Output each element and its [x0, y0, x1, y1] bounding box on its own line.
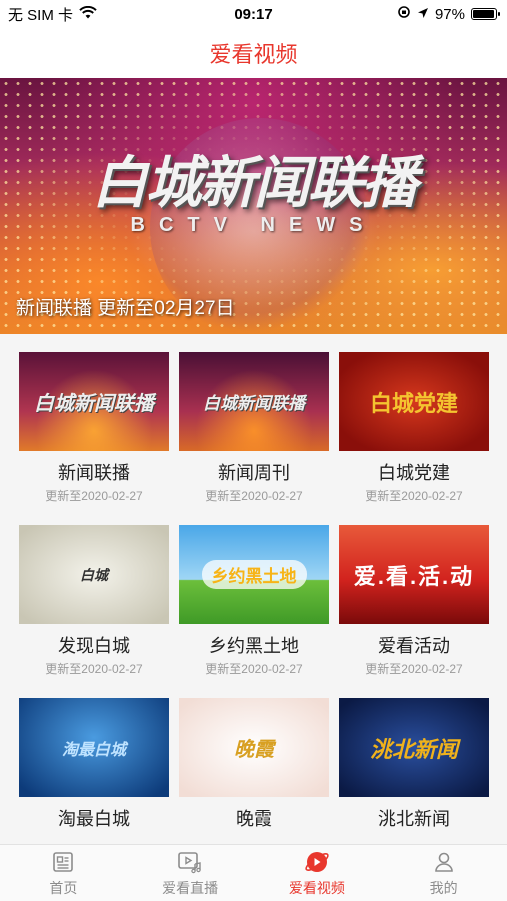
thumbnail-text: 白城	[80, 566, 108, 583]
program-title: 发现白城	[58, 636, 130, 656]
program-thumbnail: 淘最白城	[19, 698, 169, 797]
program-card-land[interactable]: 乡约黑土地 乡约黑土地 更新至2020-02-27	[179, 525, 329, 677]
banner-image-title: 白城新闻联播	[91, 151, 418, 214]
thumbnail-text: 淘最白城	[61, 741, 126, 759]
bottom-tab-bar: 首页 爱看直播 爱看视频 我的	[0, 844, 507, 901]
program-card-discover[interactable]: 白城 发现白城 更新至2020-02-27	[19, 525, 169, 677]
thumbnail-text: 白城新闻联播	[34, 393, 154, 415]
program-thumbnail: 白城党建	[339, 352, 489, 451]
program-thumbnail: 白城新闻联播	[179, 352, 329, 451]
nav-bar: 爱看视频	[0, 28, 507, 78]
banner-image-subtitle: BCTV NEWS	[130, 214, 377, 236]
program-title: 白城党建	[378, 463, 450, 483]
status-bar: 无 SIM 卡 09:17 97%	[0, 0, 507, 28]
program-update-date: 更新至2020-02-27	[365, 662, 463, 676]
program-thumbnail: 洮北新闻	[339, 698, 489, 797]
tab-home-label: 首页	[49, 879, 78, 896]
live-icon	[177, 849, 203, 875]
page-title: 爱看视频	[209, 42, 298, 67]
program-card-event[interactable]: 爱.看.活.动 爱看活动 更新至2020-02-27	[339, 525, 489, 677]
program-thumbnail: 爱.看.活.动	[339, 525, 489, 624]
program-title: 洮北新闻	[378, 809, 450, 829]
wifi-icon	[79, 5, 97, 23]
program-card-taozui[interactable]: 淘最白城 淘最白城	[19, 698, 169, 829]
thumbnail-text: 爱.看.活.动	[353, 563, 475, 589]
program-card-taobei[interactable]: 洮北新闻 洮北新闻	[339, 698, 489, 829]
program-update-date: 更新至2020-02-27	[205, 662, 303, 676]
program-title: 爱看活动	[378, 636, 450, 656]
tab-video[interactable]: 爱看视频	[254, 845, 381, 901]
video-icon	[304, 849, 330, 875]
thumbnail-text: 洮北新闻	[369, 736, 458, 762]
program-update-date: 更新至2020-02-27	[45, 489, 143, 503]
program-thumbnail: 白城新闻联播	[19, 352, 169, 451]
program-card-party[interactable]: 白城党建 白城党建 更新至2020-02-27	[339, 352, 489, 504]
thumbnail-text: 晚霞	[234, 739, 274, 761]
tab-video-label: 爱看视频	[288, 879, 345, 896]
program-thumbnail: 晚霞	[179, 698, 329, 797]
program-grid: 白城新闻联播 新闻联播 更新至2020-02-27 白城新闻联播 新闻周刊 更新…	[0, 334, 507, 844]
location-icon	[417, 6, 429, 23]
carrier-label: 无 SIM 卡	[8, 6, 74, 24]
orientation-lock-icon	[397, 5, 411, 23]
program-title: 乡约黑土地	[209, 636, 299, 656]
program-title: 新闻周刊	[218, 463, 290, 483]
thumbnail-text: 乡约黑土地	[201, 560, 307, 589]
battery-percent: 97%	[434, 5, 465, 23]
program-card-news[interactable]: 白城新闻联播 新闻联播 更新至2020-02-27	[19, 352, 169, 504]
tab-live[interactable]: 爱看直播	[127, 845, 254, 901]
featured-banner[interactable]: 白城新闻联播 BCTV NEWS 新闻联播 更新至02月27日	[0, 78, 507, 334]
program-update-date: 更新至2020-02-27	[365, 489, 463, 503]
battery-icon	[471, 8, 500, 20]
program-card-weekly[interactable]: 白城新闻联播 新闻周刊 更新至2020-02-27	[179, 352, 329, 504]
tab-home[interactable]: 首页	[0, 845, 127, 901]
thumbnail-text: 白城党建	[369, 390, 458, 416]
program-title: 新闻联播	[58, 463, 130, 483]
program-thumbnail: 白城	[19, 525, 169, 624]
tab-profile-label: 我的	[429, 879, 458, 896]
program-title: 淘最白城	[58, 809, 130, 829]
tab-profile[interactable]: 我的	[380, 845, 507, 901]
profile-icon	[431, 849, 457, 875]
program-update-date: 更新至2020-02-27	[205, 489, 303, 503]
program-thumbnail: 乡约黑土地	[179, 525, 329, 624]
program-title: 晚霞	[236, 809, 272, 829]
banner-caption: 新闻联播 更新至02月27日	[16, 298, 235, 319]
program-update-date: 更新至2020-02-27	[45, 662, 143, 676]
thumbnail-text: 白城新闻联播	[203, 394, 305, 413]
tab-live-label: 爱看直播	[162, 879, 219, 896]
program-card-sunset[interactable]: 晚霞 晚霞	[179, 698, 329, 829]
home-icon	[50, 849, 76, 875]
